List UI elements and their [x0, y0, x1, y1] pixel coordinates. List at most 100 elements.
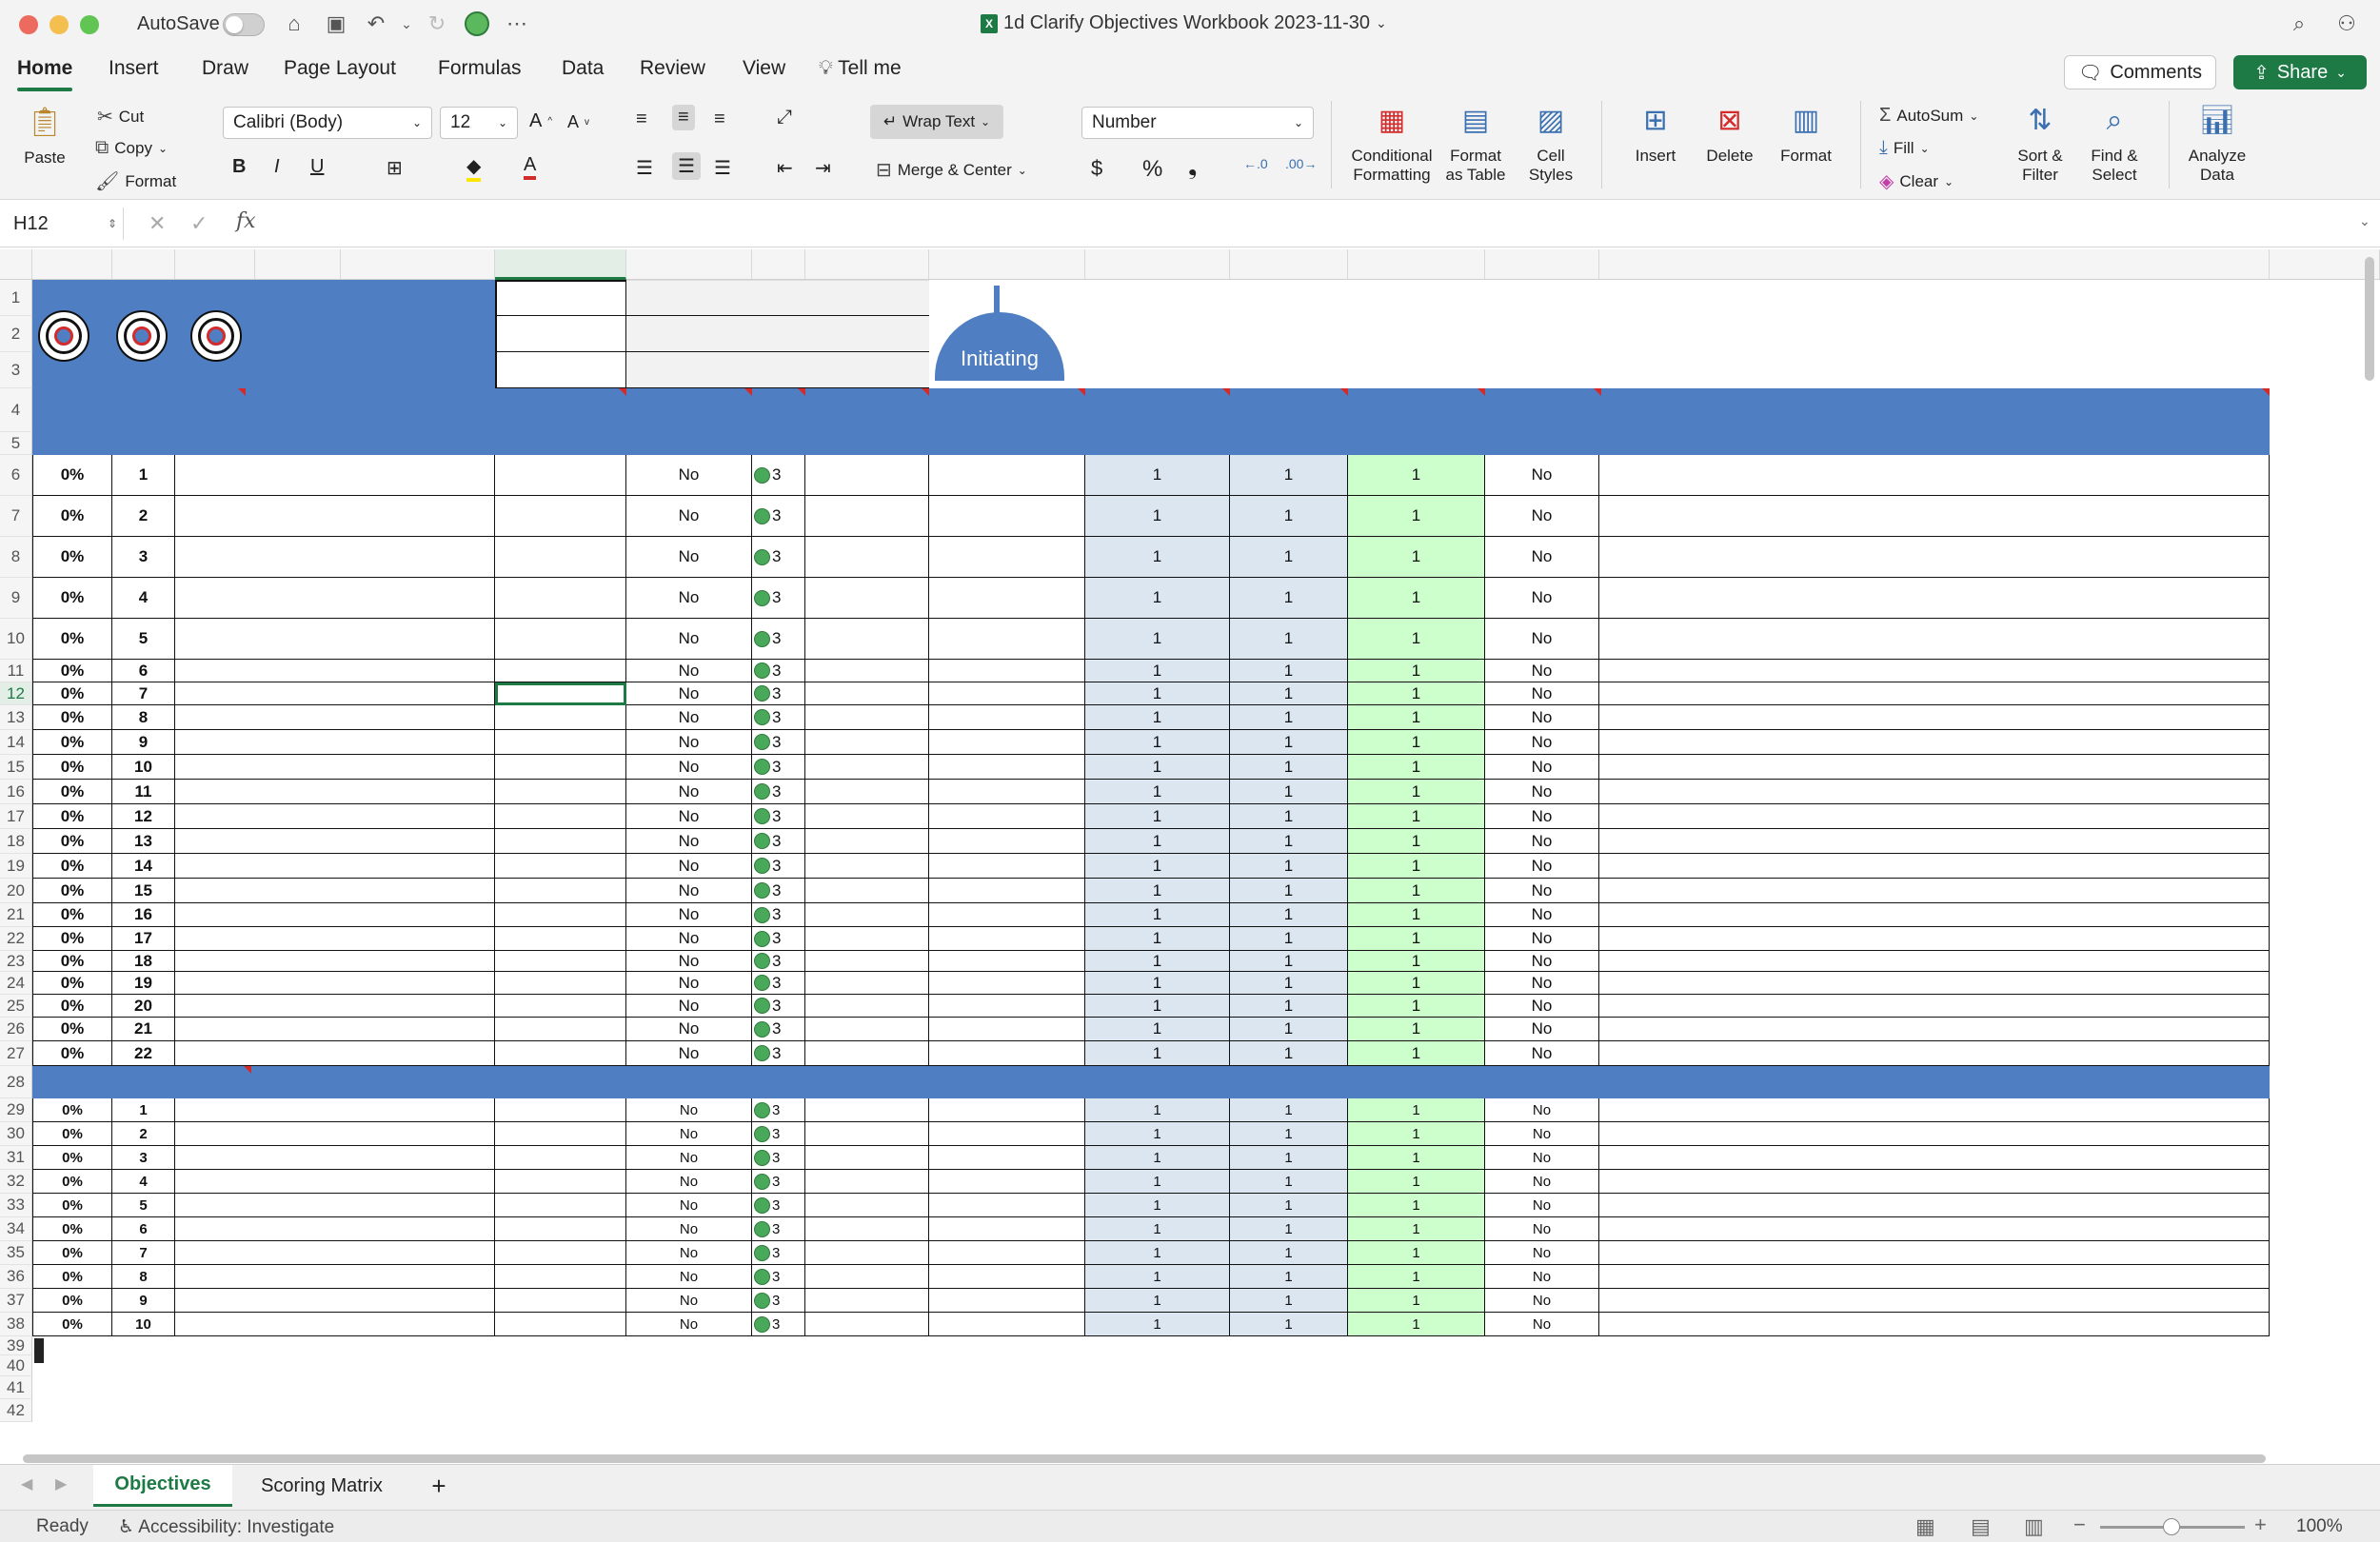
- row-header-41[interactable]: 41: [0, 1376, 32, 1399]
- row-header-37[interactable]: 37: [0, 1289, 32, 1313]
- row-header-16[interactable]: 16: [0, 780, 32, 804]
- necessary-alignment-cell[interactable]: 1: [1085, 1041, 1230, 1066]
- column-header-r[interactable]: [2270, 249, 2380, 280]
- necessary-alignment-cell[interactable]: 1: [1085, 619, 1230, 660]
- column-header-o[interactable]: [1348, 249, 1485, 280]
- necessary-rank-order-cell[interactable]: [495, 578, 626, 619]
- necessary-importance-cell[interactable]: 1: [1230, 995, 1348, 1018]
- bold-button[interactable]: B: [232, 156, 246, 178]
- necessary-measurable-cell[interactable]: [1599, 537, 2270, 578]
- desirable-objective-cell[interactable]: [175, 1241, 495, 1265]
- row-header-32[interactable]: 32: [0, 1170, 32, 1194]
- align-left-icon[interactable]: ☰: [636, 156, 653, 180]
- find-select-button[interactable]: ⌕ Find & Select: [2081, 101, 2148, 185]
- necessary-responsible-cell[interactable]: [929, 995, 1085, 1018]
- necessary-specific-clear-cell[interactable]: No: [626, 682, 752, 705]
- necessary-specific-clear-cell[interactable]: No: [626, 1018, 752, 1041]
- next-sheet-icon[interactable]: ▶: [55, 1474, 67, 1493]
- necessary-responsible-cell[interactable]: [929, 829, 1085, 854]
- desirable-specific-clear-cell[interactable]: No: [626, 1313, 752, 1336]
- necessary-achievable-cell[interactable]: No: [1485, 1018, 1599, 1041]
- desirable-measurable-cell[interactable]: [1599, 1098, 2270, 1122]
- necessary-rank-order-cell[interactable]: [495, 455, 626, 496]
- desirable-alignment-cell[interactable]: 1: [1085, 1146, 1230, 1170]
- necessary-importance-cell[interactable]: 1: [1230, 1041, 1348, 1066]
- necessary-finish-date-cell[interactable]: [805, 780, 929, 804]
- font-color-icon[interactable]: A: [524, 154, 537, 180]
- tab-home[interactable]: Home: [11, 57, 78, 91]
- necessary-achievable-cell[interactable]: No: [1485, 972, 1599, 995]
- row-header-23[interactable]: 23: [0, 951, 32, 972]
- necessary-responsible-cell[interactable]: [929, 578, 1085, 619]
- necessary-alignment-cell[interactable]: 1: [1085, 455, 1230, 496]
- select-all-corner[interactable]: [0, 249, 32, 280]
- document-title[interactable]: X 1d Clarify Objectives Workbook 2023-11…: [981, 12, 1387, 34]
- account-status-icon[interactable]: [463, 10, 491, 38]
- necessary-responsible-cell[interactable]: [929, 903, 1085, 927]
- expand-formula-icon[interactable]: ⌄: [2359, 213, 2370, 229]
- decrease-indent-icon[interactable]: ⇤: [777, 156, 793, 180]
- zoom-level[interactable]: 100%: [2296, 1516, 2343, 1537]
- necessary-objective-cell[interactable]: [175, 903, 495, 927]
- tab-page-layout[interactable]: Page Layout: [278, 57, 402, 80]
- necessary-rank-order-cell[interactable]: [495, 972, 626, 995]
- page-layout-view-icon[interactable]: ▤: [1971, 1514, 1991, 1539]
- desirable-objective-cell[interactable]: [175, 1265, 495, 1289]
- necessary-finish-date-cell[interactable]: [805, 682, 929, 705]
- row-header-4[interactable]: 4: [0, 388, 32, 432]
- necessary-alignment-cell[interactable]: 1: [1085, 660, 1230, 682]
- necessary-achievable-cell[interactable]: No: [1485, 903, 1599, 927]
- desirable-objective-cell[interactable]: [175, 1122, 495, 1146]
- desirable-importance-cell[interactable]: 1: [1230, 1313, 1348, 1336]
- row-header-22[interactable]: 22: [0, 927, 32, 951]
- necessary-finish-date-cell[interactable]: [805, 995, 929, 1018]
- normal-view-icon[interactable]: ▦: [1915, 1514, 1935, 1539]
- necessary-rank-order-cell[interactable]: [495, 537, 626, 578]
- row-header-36[interactable]: 36: [0, 1265, 32, 1289]
- necessary-responsible-cell[interactable]: [929, 972, 1085, 995]
- necessary-finish-date-cell[interactable]: [805, 619, 929, 660]
- row-header-8[interactable]: 8: [0, 537, 32, 578]
- necessary-objective-cell[interactable]: [175, 972, 495, 995]
- necessary-specific-clear-cell[interactable]: No: [626, 455, 752, 496]
- necessary-achievable-cell[interactable]: No: [1485, 879, 1599, 903]
- row-header-30[interactable]: 30: [0, 1122, 32, 1146]
- row-header-1[interactable]: 1: [0, 280, 32, 316]
- necessary-objective-cell[interactable]: [175, 496, 495, 537]
- desirable-finish-date-cell[interactable]: [805, 1146, 929, 1170]
- necessary-alignment-cell[interactable]: 1: [1085, 578, 1230, 619]
- necessary-objective-cell[interactable]: [175, 455, 495, 496]
- desirable-achievable-cell[interactable]: No: [1485, 1098, 1599, 1122]
- desirable-alignment-cell[interactable]: 1: [1085, 1313, 1230, 1336]
- necessary-specific-clear-cell[interactable]: No: [626, 1041, 752, 1066]
- necessary-alignment-cell[interactable]: 1: [1085, 854, 1230, 879]
- desirable-measurable-cell[interactable]: [1599, 1289, 2270, 1313]
- row-header-40[interactable]: 40: [0, 1355, 32, 1376]
- desirable-importance-cell[interactable]: 1: [1230, 1194, 1348, 1217]
- necessary-importance-cell[interactable]: 1: [1230, 804, 1348, 829]
- necessary-importance-cell[interactable]: 1: [1230, 496, 1348, 537]
- project-value[interactable]: [626, 280, 929, 316]
- format-as-table-button[interactable]: ▤ Format as Table: [1439, 101, 1512, 185]
- necessary-objective-cell[interactable]: [175, 1041, 495, 1066]
- necessary-importance-cell[interactable]: 1: [1230, 660, 1348, 682]
- necessary-measurable-cell[interactable]: [1599, 1018, 2270, 1041]
- borders-icon[interactable]: ⊞: [387, 156, 403, 180]
- desirable-finish-date-cell[interactable]: [805, 1098, 929, 1122]
- necessary-rank-order-cell[interactable]: [495, 927, 626, 951]
- necessary-finish-date-cell[interactable]: [805, 804, 929, 829]
- row-header-17[interactable]: 17: [0, 804, 32, 829]
- zoom-slider-thumb[interactable]: [2163, 1518, 2180, 1535]
- row-header-19[interactable]: 19: [0, 854, 32, 879]
- column-header-a[interactable]: [32, 249, 112, 280]
- necessary-finish-date-cell[interactable]: [805, 903, 929, 927]
- necessary-alignment-cell[interactable]: 1: [1085, 682, 1230, 705]
- necessary-measurable-cell[interactable]: [1599, 578, 2270, 619]
- project-manager-value[interactable]: [626, 316, 929, 352]
- desirable-importance-cell[interactable]: 1: [1230, 1146, 1348, 1170]
- row-header-21[interactable]: 21: [0, 903, 32, 927]
- zoom-out-icon[interactable]: −: [2073, 1512, 2086, 1537]
- necessary-rank-order-cell[interactable]: [495, 903, 626, 927]
- zoom-window-button[interactable]: [80, 15, 99, 34]
- column-header-m[interactable]: [1085, 249, 1230, 280]
